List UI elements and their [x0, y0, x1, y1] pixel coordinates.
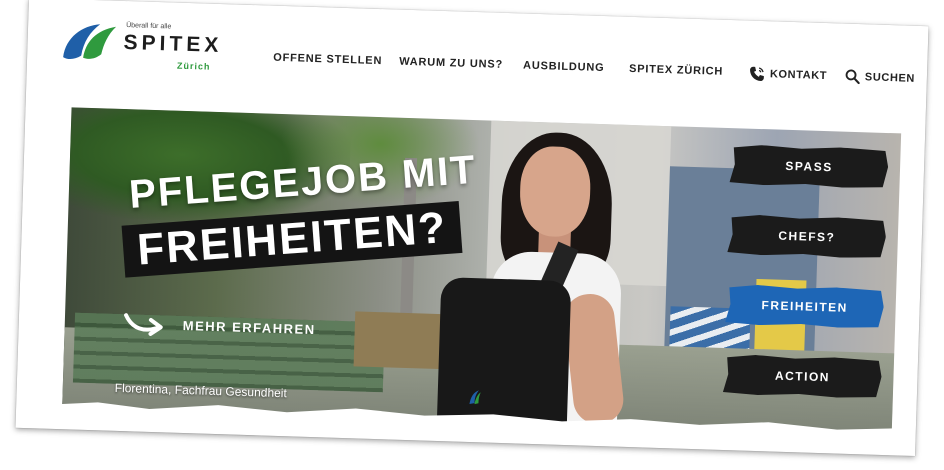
phone-icon: [750, 66, 764, 81]
backpack-logo-icon: [469, 390, 481, 405]
tab-freiheiten[interactable]: FREIHEITEN: [725, 284, 884, 329]
backpack: [436, 277, 572, 434]
mehr-erfahren-label: MEHR ERFAHREN: [182, 317, 316, 337]
logo-mark-icon: [63, 24, 117, 60]
search-icon: [845, 69, 860, 85]
nav-offene-stellen[interactable]: OFFENE STELLEN: [273, 52, 382, 67]
contact-label: KONTAKT: [769, 68, 828, 83]
search-label: SUCHEN: [864, 70, 916, 85]
tab-spass[interactable]: SPASS: [729, 144, 888, 189]
spitex-logo[interactable]: Überall für alle SPITEX Zürich: [59, 19, 231, 80]
search-link[interactable]: SUCHEN: [845, 69, 915, 86]
nav-warum-zu-uns[interactable]: WARUM ZU UNS?: [399, 56, 503, 71]
nav-ausbildung[interactable]: AUSBILDUNG: [523, 60, 605, 75]
logo-tagline: Überall für alle: [126, 22, 172, 31]
tab-action[interactable]: ACTION: [723, 354, 882, 399]
contact-link[interactable]: KONTAKT: [749, 66, 828, 84]
site-header: Überall für alle SPITEX Zürich OFFENE ST…: [26, 0, 929, 126]
logo-name: SPITEX: [123, 30, 223, 58]
hero-background-table: [353, 311, 446, 370]
tab-chefs[interactable]: CHEFS?: [727, 214, 886, 259]
nav-spitex-zuerich[interactable]: SPITEX ZÜRICH: [629, 63, 723, 78]
logo-city: Zürich: [176, 60, 211, 72]
hero-banner: PFLEGEJOB MIT FREIHEITEN? MEHR ERFAHREN …: [62, 107, 902, 434]
webpage-card: Überall für alle SPITEX Zürich OFFENE ST…: [15, 0, 929, 457]
mehr-erfahren-link[interactable]: MEHR ERFAHREN: [122, 309, 316, 343]
hero-person-photo: [436, 129, 696, 434]
arrow-right-icon: [124, 313, 163, 336]
